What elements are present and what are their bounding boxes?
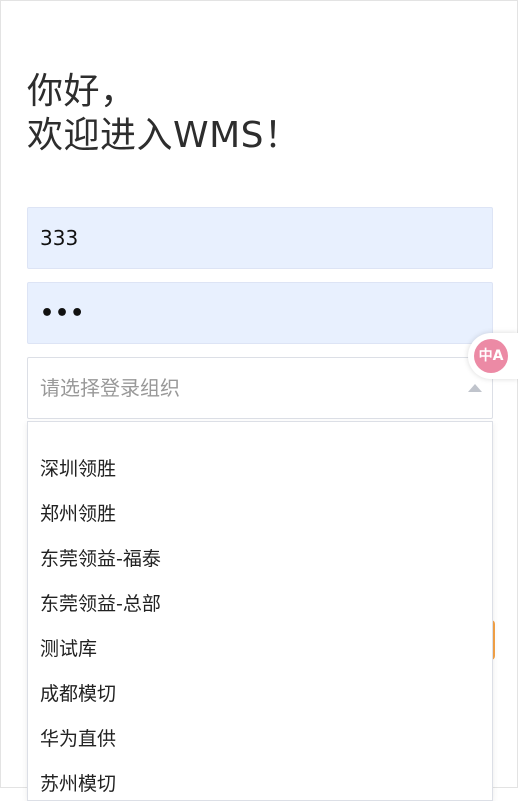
password-mask: ••• (40, 301, 86, 326)
username-value: 333 (40, 226, 79, 250)
greeting-line-1: 你好， (27, 71, 137, 112)
organization-option[interactable]: 苏州模切 (28, 762, 492, 800)
organization-option[interactable]: 东莞领益-福泰 (28, 537, 492, 582)
welcome-heading: 你好， 欢迎进入WMS！ (27, 70, 301, 158)
password-input[interactable]: ••• (27, 282, 493, 344)
organization-option[interactable]: 测试库 (28, 627, 492, 672)
organization-placeholder: 请选择登录组织 (40, 376, 180, 400)
organization-option[interactable]: 东莞领益-总部 (28, 582, 492, 627)
organization-option[interactable]: 深圳领胜 (28, 447, 492, 492)
organization-option-list: 深圳领胜 郑州领胜 东莞领益-福泰 东莞领益-总部 测试库 成都模切 华为直供 … (28, 422, 492, 800)
organization-option[interactable]: 华为直供 (28, 717, 492, 762)
organization-option[interactable]: 成都模切 (28, 672, 492, 717)
organization-select[interactable]: 请选择登录组织 (27, 357, 493, 419)
organization-dropdown[interactable]: 深圳领胜 郑州领胜 东莞领益-福泰 东莞领益-总部 测试库 成都模切 华为直供 … (27, 421, 493, 801)
organization-option-partial (28, 422, 492, 447)
username-input[interactable]: 333 (27, 207, 493, 269)
organization-option[interactable]: 郑州领胜 (28, 492, 492, 537)
greeting-line-2: 欢迎进入WMS！ (27, 115, 301, 156)
caret-up-icon (468, 384, 482, 392)
translate-button[interactable]: 中A (468, 333, 518, 379)
translate-icon: 中A (474, 339, 508, 373)
